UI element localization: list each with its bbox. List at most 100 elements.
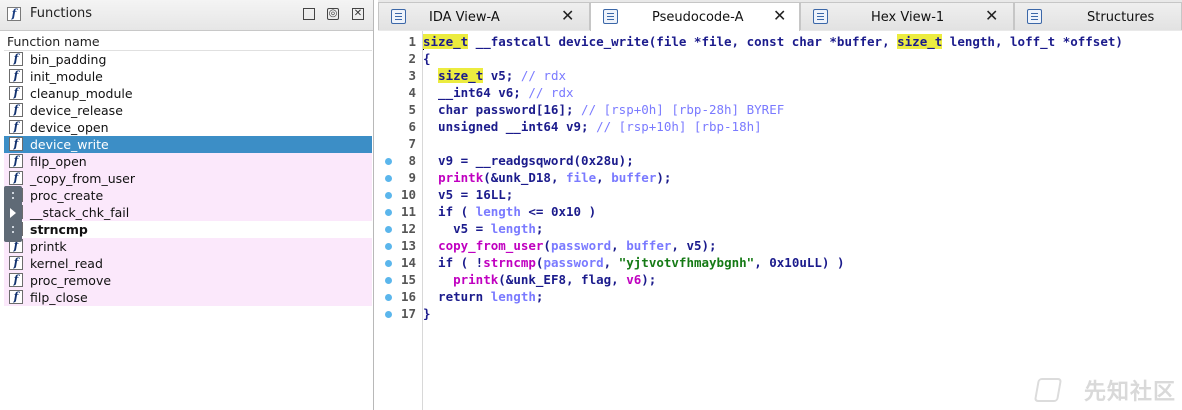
function-row-kernel_read[interactable]: f kernel_read <box>4 255 372 272</box>
code-token: copy_from_user <box>438 238 544 253</box>
function-name: kernel_read <box>30 256 103 271</box>
grip-dot <box>12 231 14 233</box>
code-token: __int64 v6; <box>423 85 529 100</box>
code-token: printk <box>453 272 499 287</box>
tab-hex-view-1[interactable]: Hex View-1 ✕ <box>800 2 1014 30</box>
function-row-cleanup_module[interactable]: f cleanup_module <box>4 85 372 102</box>
tab-close-icon[interactable]: ✕ <box>985 8 999 24</box>
function-list[interactable]: f bin_padding f init_module f cleanup_module f… <box>4 51 372 410</box>
breakpoint-marker-icon[interactable] <box>385 277 392 284</box>
line-number: 5 <box>408 102 416 117</box>
breakpoint-marker-icon[interactable] <box>385 158 392 165</box>
tab-label: Pseudocode-A <box>652 10 744 25</box>
breakpoint-marker-icon[interactable] <box>385 311 392 318</box>
function-row-copy_from_user[interactable]: f _copy_from_user <box>4 170 372 187</box>
code-line[interactable]: __int64 v6; // rdx <box>423 84 573 101</box>
grip-dot <box>12 197 14 199</box>
breakpoint-marker-icon[interactable] <box>385 209 392 216</box>
tab-structures[interactable]: Structures <box>1014 2 1182 30</box>
function-row-device_open[interactable]: f device_open <box>4 119 372 136</box>
function-row-device_release[interactable]: f device_release <box>4 102 372 119</box>
function-icon: f <box>9 273 23 287</box>
structures-icon <box>1027 9 1042 24</box>
close-icon[interactable]: ✕ <box>352 8 364 20</box>
function-icon: f <box>9 86 23 100</box>
code-line[interactable]: v9 = __readgsqword(0x28u); <box>423 152 634 169</box>
function-name: device_release <box>30 103 123 118</box>
tab-pseudocode-a[interactable]: Pseudocode-A ✕ <box>590 2 800 32</box>
code-token: if ( <box>423 204 476 219</box>
code-token: (&unk_EF8, flag, <box>498 272 627 287</box>
code-token: password <box>543 255 604 270</box>
function-row-bin_padding[interactable]: f bin_padding <box>4 51 372 68</box>
breakpoint-marker-icon[interactable] <box>385 260 392 267</box>
function-name: proc_remove <box>30 273 112 288</box>
code-token: , <box>611 238 627 253</box>
breakpoint-marker-icon[interactable] <box>385 192 392 199</box>
tab-close-icon[interactable]: ✕ <box>773 8 787 24</box>
function-name: bin_padding <box>30 52 107 67</box>
code-line[interactable]: v5 = 16LL; <box>423 186 513 203</box>
code-line[interactable]: size_t __fastcall device_write(file *fil… <box>423 33 1123 50</box>
function-name: __stack_chk_fail <box>30 205 130 220</box>
function-row-printk[interactable]: f printk <box>4 238 372 255</box>
breakpoint-marker-icon[interactable] <box>385 243 392 250</box>
code-line[interactable]: size_t v5; // rdx <box>423 67 566 84</box>
code-line[interactable]: } <box>423 305 431 322</box>
breakpoint-marker-icon[interactable] <box>385 294 392 301</box>
breakpoint-marker-icon[interactable] <box>385 175 392 182</box>
grip-dot <box>12 226 14 228</box>
tab-ida-view-a[interactable]: IDA View-A ✕ <box>378 2 590 30</box>
function-row-strncmp[interactable]: fstrncmp <box>4 221 372 238</box>
tab-close-icon[interactable]: ✕ <box>561 8 575 24</box>
function-icon: f <box>9 103 23 117</box>
code-line[interactable]: unsigned __int64 v9; // [rsp+10h] [rbp-1… <box>423 118 762 135</box>
breakpoint-marker-icon[interactable] <box>385 226 392 233</box>
float-window-icon[interactable]: ◎ <box>327 8 339 20</box>
code-token: length, loff_t *offset) <box>942 34 1123 49</box>
line-number: 10 <box>400 187 416 202</box>
line-number: 12 <box>400 221 416 236</box>
code-line[interactable]: printk(&unk_EF8, flag, v6); <box>423 271 656 288</box>
code-token: if ( ! <box>423 255 484 270</box>
code-line[interactable]: printk(&unk_D18, file, buffer); <box>423 169 671 186</box>
code-token: ; <box>535 289 544 304</box>
code-token: // rdx <box>520 68 567 83</box>
function-name-column-header[interactable]: Function name <box>4 33 372 51</box>
function-name: device_open <box>30 120 109 135</box>
function-name: filp_open <box>30 154 87 169</box>
function-row-init_module[interactable]: f init_module <box>4 68 372 85</box>
code-line[interactable]: return length; <box>423 288 543 305</box>
line-number: 13 <box>400 238 416 253</box>
code-token: printk <box>438 170 484 185</box>
function-row-filp_open[interactable]: f filp_open <box>4 153 372 170</box>
line-number: 2 <box>408 51 416 66</box>
code-token: strncmp <box>483 255 536 270</box>
function-row-proc_remove[interactable]: f proc_remove <box>4 272 372 289</box>
code-token: v9 = __readgsqword(0x28u); <box>423 153 634 168</box>
code-token: <= 0x10 ) <box>520 204 597 219</box>
function-row-proc_create[interactable]: fproc_create <box>4 187 372 204</box>
line-number: 6 <box>408 119 416 134</box>
code-line[interactable]: if ( !strncmp(password, "yjtvotvfhmaybgn… <box>423 254 844 271</box>
code-line[interactable]: { <box>423 50 431 67</box>
function-row-filp_close[interactable]: f filp_close <box>4 289 372 306</box>
function-icon: f <box>9 52 23 66</box>
maximize-icon[interactable] <box>303 8 315 20</box>
code-line[interactable]: copy_from_user(password, buffer, v5); <box>423 237 716 254</box>
function-row-device_write[interactable]: f device_write <box>4 136 372 153</box>
code-token: v5 = 16LL; <box>423 187 514 202</box>
function-icon: f <box>9 154 23 168</box>
function-row-stack_chk_fail[interactable]: f__stack_chk_fail <box>4 204 372 221</box>
code-line[interactable]: v5 = length; <box>423 220 543 237</box>
pseudocode-view[interactable]: 1 2 3 4 5 6 7 8 9 10 11 12 13 14 15 16 17 size_t __fastc… <box>378 31 1182 410</box>
code-line[interactable]: if ( length <= 0x10 ) <box>423 203 596 220</box>
code-token: , <box>596 170 612 185</box>
collapse-panel-handle[interactable] <box>4 186 22 242</box>
line-number: 11 <box>400 204 416 219</box>
code-line[interactable]: char password[16]; // [rsp+0h] [rbp-28h]… <box>423 101 784 118</box>
code-token: char password[16]; <box>423 102 582 117</box>
line-number: 3 <box>408 68 416 83</box>
